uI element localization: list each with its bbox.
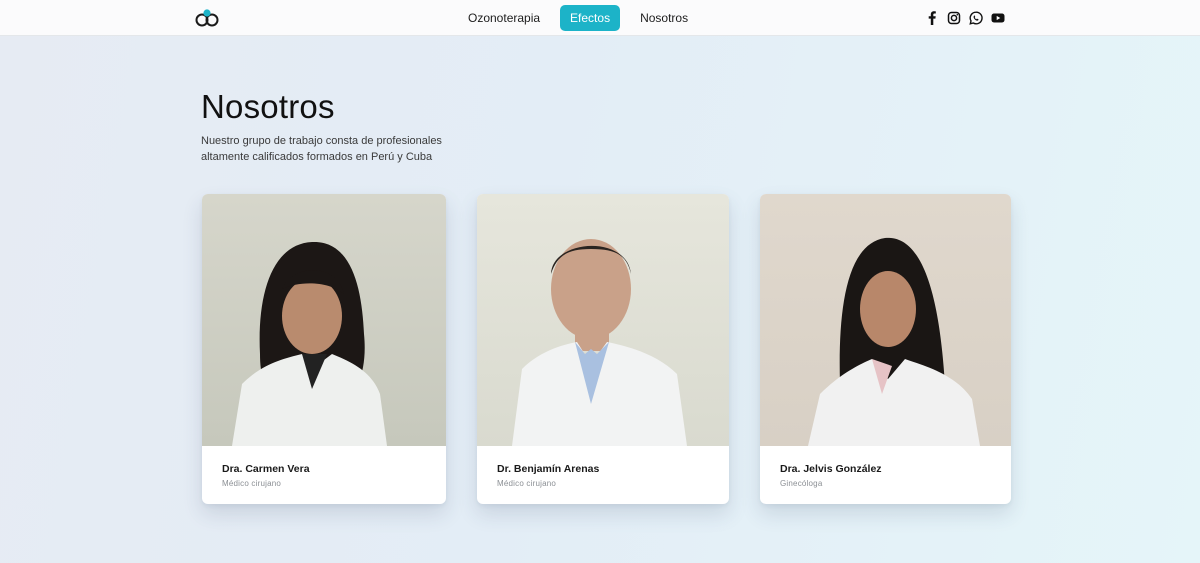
doctor-role: Médico cirujano — [497, 479, 557, 488]
page-title: Nosotros — [201, 88, 335, 125]
nav-nosotros[interactable]: Nosotros — [630, 5, 698, 31]
page-subtitle: Nuestro grupo de trabajo consta de profe… — [201, 135, 442, 163]
doctor-role: Ginecóloga — [780, 479, 823, 488]
top-navigation-bar: Ozonoterapia Efectos Nosotros — [0, 0, 1200, 36]
nav-efectos[interactable]: Efectos — [560, 5, 621, 31]
team-card-carmen-vera[interactable]: Dra. Carmen Vera Médico cirujano — [202, 194, 446, 504]
doctor-name: Dra. Jelvis González — [780, 463, 882, 475]
team-card-jelvis-gonzalez[interactable]: Dra. Jelvis González Ginecóloga — [760, 194, 1011, 504]
whatsapp-icon[interactable] — [968, 10, 984, 26]
doctor-name: Dr. Benjamín Arenas — [497, 463, 600, 475]
instagram-icon[interactable] — [946, 10, 962, 26]
team-card-benjamin-arenas[interactable]: Dr. Benjamín Arenas Médico cirujano — [477, 194, 729, 504]
doctor-photo — [760, 194, 1011, 446]
doctor-photo — [202, 194, 446, 446]
doctor-role: Médico cirujano — [222, 479, 282, 488]
main-nav: Ozonoterapia Efectos Nosotros — [458, 5, 698, 31]
nav-ozonoterapia[interactable]: Ozonoterapia — [458, 5, 550, 31]
logo-icon[interactable] — [195, 8, 219, 28]
doctor-name: Dra. Carmen Vera — [222, 463, 310, 475]
social-links — [924, 9, 1012, 27]
doctor-photo — [477, 194, 729, 446]
facebook-icon[interactable] — [924, 10, 940, 26]
youtube-icon[interactable] — [990, 10, 1006, 26]
